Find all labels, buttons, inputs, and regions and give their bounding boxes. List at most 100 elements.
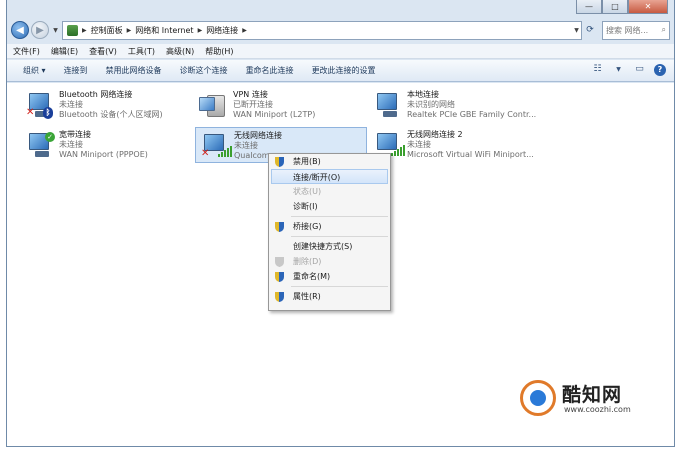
menu-item-properties[interactable]: 属性(R)	[269, 289, 390, 304]
address-dropdown-icon[interactable]: ▼	[572, 27, 581, 34]
connection-device: Microsoft Virtual WiFi Miniport...	[407, 150, 534, 159]
connection-name: VPN 连接	[233, 90, 268, 99]
organize-button[interactable]: 组织 ▾	[23, 65, 46, 76]
refresh-icon[interactable]: ⟳	[582, 25, 598, 35]
menu-item-connect-disconnect[interactable]: 连接/断开(O)	[271, 169, 388, 184]
checkmark-icon: ✓	[45, 132, 55, 142]
control-panel-icon	[67, 24, 78, 36]
local-connection-icon	[373, 91, 403, 119]
connection-name: 无线网络连接 2	[407, 130, 463, 139]
connect-to-button[interactable]: 连接到	[64, 65, 88, 76]
menu-advanced[interactable]: 高级(N)	[166, 46, 194, 57]
menu-separator	[291, 286, 388, 287]
bluetooth-icon: ᛒ	[43, 107, 53, 119]
menu-item-label: 属性(R)	[293, 292, 321, 301]
connection-bluetooth[interactable]: ✕ ᛒ Bluetooth 网络连接 未连接 Bluetooth 设备(个人区域…	[21, 87, 193, 123]
menu-item-label: 诊断(I)	[293, 202, 318, 211]
search-input[interactable]: 搜索 网络... ⌕	[602, 20, 670, 40]
breadcrumb-network-connections[interactable]: 网络连接	[206, 25, 238, 36]
menu-item-disable[interactable]: 禁用(B)	[269, 154, 390, 169]
connection-vpn[interactable]: VPN 连接 已断开连接 WAN Miniport (L2TP)	[195, 87, 367, 123]
connection-status: 未识别的网络	[407, 100, 455, 109]
view-options-icon[interactable]: ☷	[591, 63, 604, 76]
diagnose-button[interactable]: 诊断这个连接	[180, 65, 228, 76]
menu-item-rename[interactable]: 重命名(M)	[269, 269, 390, 284]
menu-item-diagnose[interactable]: 诊断(I)	[269, 199, 390, 214]
search-placeholder: 搜索 网络...	[606, 25, 649, 35]
connection-wireless-2[interactable]: 无线网络连接 2 未连接 Microsoft Virtual WiFi Mini…	[369, 127, 541, 163]
bluetooth-connection-icon: ✕ ᛒ	[25, 91, 55, 119]
connection-status: 未连接	[59, 100, 83, 109]
menu-item-label: 重命名(M)	[293, 272, 331, 281]
menu-file[interactable]: 文件(F)	[13, 46, 40, 57]
watermark: 酷知网 www.coozhi.com	[514, 376, 646, 420]
wireless-connection-icon: ✕	[200, 132, 232, 160]
menu-bar: 文件(F) 编辑(E) 查看(V) 工具(T) 高级(N) 帮助(H)	[7, 44, 674, 59]
chevron-right-icon[interactable]: ▶	[127, 27, 132, 34]
broadband-connection-icon: ✓	[25, 131, 55, 159]
menu-item-label: 禁用(B)	[293, 157, 321, 166]
connection-device: WAN Miniport (PPPOE)	[59, 150, 148, 159]
rename-button[interactable]: 重命名此连接	[246, 65, 294, 76]
close-button[interactable]: ✕	[628, 0, 668, 14]
connection-status: 未连接	[234, 141, 258, 150]
uac-shield-icon	[275, 292, 284, 302]
menu-item-delete[interactable]: 删除(D)	[269, 254, 390, 269]
menu-item-label: 连接/断开(O)	[293, 173, 341, 182]
command-bar: 组织 ▾ 连接到 禁用此网络设备 诊断这个连接 重命名此连接 更改此连接的设置 …	[7, 60, 674, 82]
connection-device: WAN Miniport (L2TP)	[233, 110, 316, 119]
menu-help[interactable]: 帮助(H)	[205, 46, 233, 57]
connection-device: Realtek PCIe GBE Family Contr...	[407, 110, 537, 119]
disable-device-button[interactable]: 禁用此网络设备	[106, 65, 162, 76]
watermark-title: 酷知网	[562, 384, 623, 406]
uac-shield-icon	[275, 257, 284, 267]
menu-item-label: 桥接(G)	[293, 222, 322, 231]
monitor-icon	[199, 97, 215, 111]
coozhi-logo-icon	[520, 380, 556, 416]
uac-shield-icon	[275, 272, 284, 282]
preview-pane-icon[interactable]: ▭	[633, 63, 646, 76]
search-icon[interactable]: ⌕	[662, 25, 666, 35]
address-bar: ◀ ▶ ▼ ▶ 控制面板 ▶ 网络和 Internet ▶ 网络连接 ▶ ▼ ⟳…	[11, 18, 670, 42]
breadcrumb-control-panel[interactable]: 控制面板	[91, 25, 123, 36]
context-menu: 禁用(B) 连接/断开(O) 状态(U) 诊断(I) 桥接(G) 创建快捷方式(…	[268, 153, 391, 311]
help-icon[interactable]: ?	[654, 63, 666, 76]
menu-view[interactable]: 查看(V)	[89, 46, 117, 57]
uac-shield-icon	[275, 222, 284, 232]
chevron-right-icon[interactable]: ▶	[198, 27, 203, 34]
breadcrumb-network-internet[interactable]: 网络和 Internet	[135, 25, 193, 36]
monitor-icon	[377, 93, 397, 110]
menu-item-status[interactable]: 状态(U)	[269, 184, 390, 199]
connection-name: 宽带连接	[59, 130, 91, 139]
vpn-connection-icon	[199, 91, 229, 119]
menu-item-label: 状态(U)	[293, 187, 322, 196]
change-settings-button[interactable]: 更改此连接的设置	[312, 65, 376, 76]
uac-shield-icon	[275, 157, 284, 167]
recent-pages-dropdown[interactable]: ▼	[51, 27, 60, 34]
signal-bars-icon	[218, 146, 232, 157]
connection-status: 未连接	[59, 140, 83, 149]
minimize-button[interactable]: —	[576, 0, 602, 14]
menu-item-create-shortcut[interactable]: 创建快捷方式(S)	[269, 239, 390, 254]
connection-name: Bluetooth 网络连接	[59, 90, 133, 99]
connection-device: Bluetooth 设备(个人区域网)	[59, 110, 163, 119]
maximize-button[interactable]: □	[602, 0, 628, 14]
menu-tools[interactable]: 工具(T)	[128, 46, 155, 57]
chevron-right-icon[interactable]: ▶	[82, 27, 87, 34]
signal-bars-icon	[391, 145, 405, 156]
menu-separator	[291, 236, 388, 237]
disconnected-x-icon: ✕	[26, 107, 35, 118]
watermark-url: www.coozhi.com	[564, 405, 631, 414]
menu-item-label: 删除(D)	[293, 257, 322, 266]
connection-status: 未连接	[407, 140, 431, 149]
menu-item-bridge[interactable]: 桥接(G)	[269, 219, 390, 234]
back-button[interactable]: ◀	[11, 21, 29, 39]
breadcrumb[interactable]: ▶ 控制面板 ▶ 网络和 Internet ▶ 网络连接 ▶ ▼	[62, 20, 582, 40]
chevron-right-icon[interactable]: ▶	[242, 27, 247, 34]
connection-status: 已断开连接	[233, 100, 273, 109]
connection-broadband[interactable]: ✓ 宽带连接 未连接 WAN Miniport (PPPOE)	[21, 127, 193, 163]
forward-button[interactable]: ▶	[31, 21, 49, 39]
menu-edit[interactable]: 编辑(E)	[51, 46, 78, 57]
connection-local[interactable]: 本地连接 未识别的网络 Realtek PCIe GBE Family Cont…	[369, 87, 541, 123]
chevron-down-icon[interactable]: ▼	[612, 63, 625, 76]
